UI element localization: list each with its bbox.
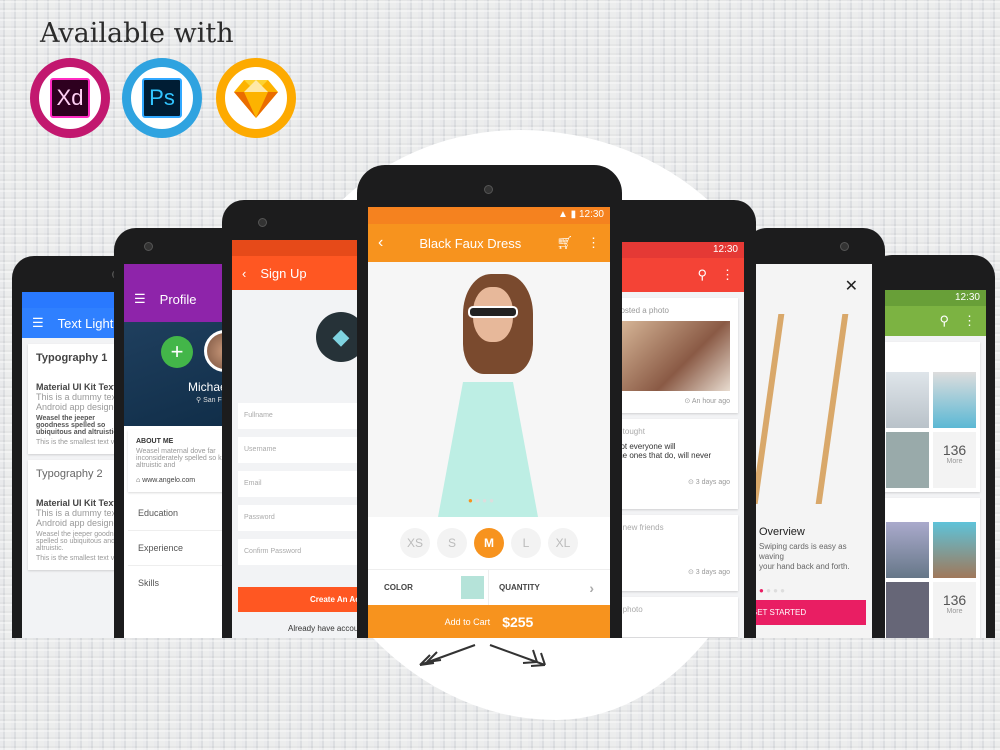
app-bar: ‹ Black Faux Dress 🛒︎ ⋮	[368, 224, 610, 262]
color-swatch	[461, 576, 484, 599]
feed-card: a photo	[612, 597, 738, 637]
phone-feed: 12:30 ⚲ ⋮ posted a photo ⊙ An hour ago a …	[600, 200, 756, 638]
more-tile[interactable]: 136 More	[933, 582, 976, 638]
size-xl[interactable]: XL	[548, 528, 578, 558]
get-started-button[interactable]: GET STARTED	[755, 600, 866, 625]
app-title: Profile	[159, 291, 197, 307]
back-icon[interactable]: ‹	[378, 234, 383, 252]
menu-icon[interactable]: ☰	[32, 315, 44, 331]
phone-onboarding: ✕ Overview Swiping cards is easy as wavi…	[745, 228, 885, 638]
back-icon[interactable]: ‹	[242, 266, 246, 281]
text-body: Weasel the jeeper goodness spelled so ub…	[36, 531, 125, 552]
post-photo	[616, 321, 730, 391]
feed-card: a tought not everyone will the ones that…	[612, 419, 738, 509]
gallery-card-1: 136 More	[882, 342, 980, 492]
more-icon[interactable]: ⋮	[963, 313, 976, 329]
app-title: Black Faux Dress	[419, 235, 522, 251]
app-title: Text Light	[57, 315, 114, 331]
more-icon[interactable]: ⋮	[587, 235, 600, 251]
app-title: Sign Up	[260, 265, 307, 281]
feed-card: 3 new friends ⊙ 3 days ago	[612, 515, 738, 591]
chair-image	[755, 314, 849, 504]
product-image: ● ● ● ●	[368, 262, 610, 517]
size-xs[interactable]: XS	[400, 528, 430, 558]
page-indicator: ● ● ● ●	[759, 586, 786, 595]
size-selector: XS S M L XL	[368, 517, 610, 569]
size-m[interactable]: M	[474, 528, 504, 558]
quantity-selector[interactable]: QUANTITY ›	[489, 570, 610, 605]
gallery-card-2: 136 More	[882, 498, 980, 638]
search-icon[interactable]: ⚲	[697, 267, 707, 283]
phone-product: ▲ ▮ 12:30 ‹ Black Faux Dress 🛒︎ ⋮ ● ● ● ●…	[357, 165, 622, 638]
phone-gallery: 12:30 ⚲ ⋮ 136 More 136 More	[870, 255, 995, 638]
color-picker[interactable]: COLOR	[368, 570, 489, 605]
add-button[interactable]: +	[161, 336, 193, 368]
search-icon[interactable]: ⚲	[939, 313, 949, 329]
more-tile[interactable]: 136 More	[933, 432, 976, 488]
size-l[interactable]: L	[511, 528, 541, 558]
cart-icon[interactable]: 🛒︎	[556, 235, 573, 251]
close-icon[interactable]: ✕	[845, 276, 858, 296]
size-s[interactable]: S	[437, 528, 467, 558]
carousel-indicator: ● ● ● ●	[468, 496, 495, 505]
text-body: Weasel the jeeper goodness spelled so ub…	[36, 415, 120, 436]
status-bar: ▲ ▮ 12:30	[368, 207, 610, 224]
onboarding-text: Swiping cards is easy as waving	[759, 542, 847, 561]
menu-icon[interactable]: ☰	[134, 291, 146, 307]
more-icon[interactable]: ⋮	[721, 267, 734, 283]
arrows-ornament	[419, 644, 546, 667]
add-to-cart-button[interactable]: Add to Cart $255	[368, 605, 610, 638]
onboarding-title: Overview	[759, 526, 805, 538]
chevron-right-icon: ›	[589, 579, 594, 596]
onboarding-text-2: your hand back and forth.	[759, 562, 850, 571]
feed-card: posted a photo ⊙ An hour ago	[612, 298, 738, 413]
